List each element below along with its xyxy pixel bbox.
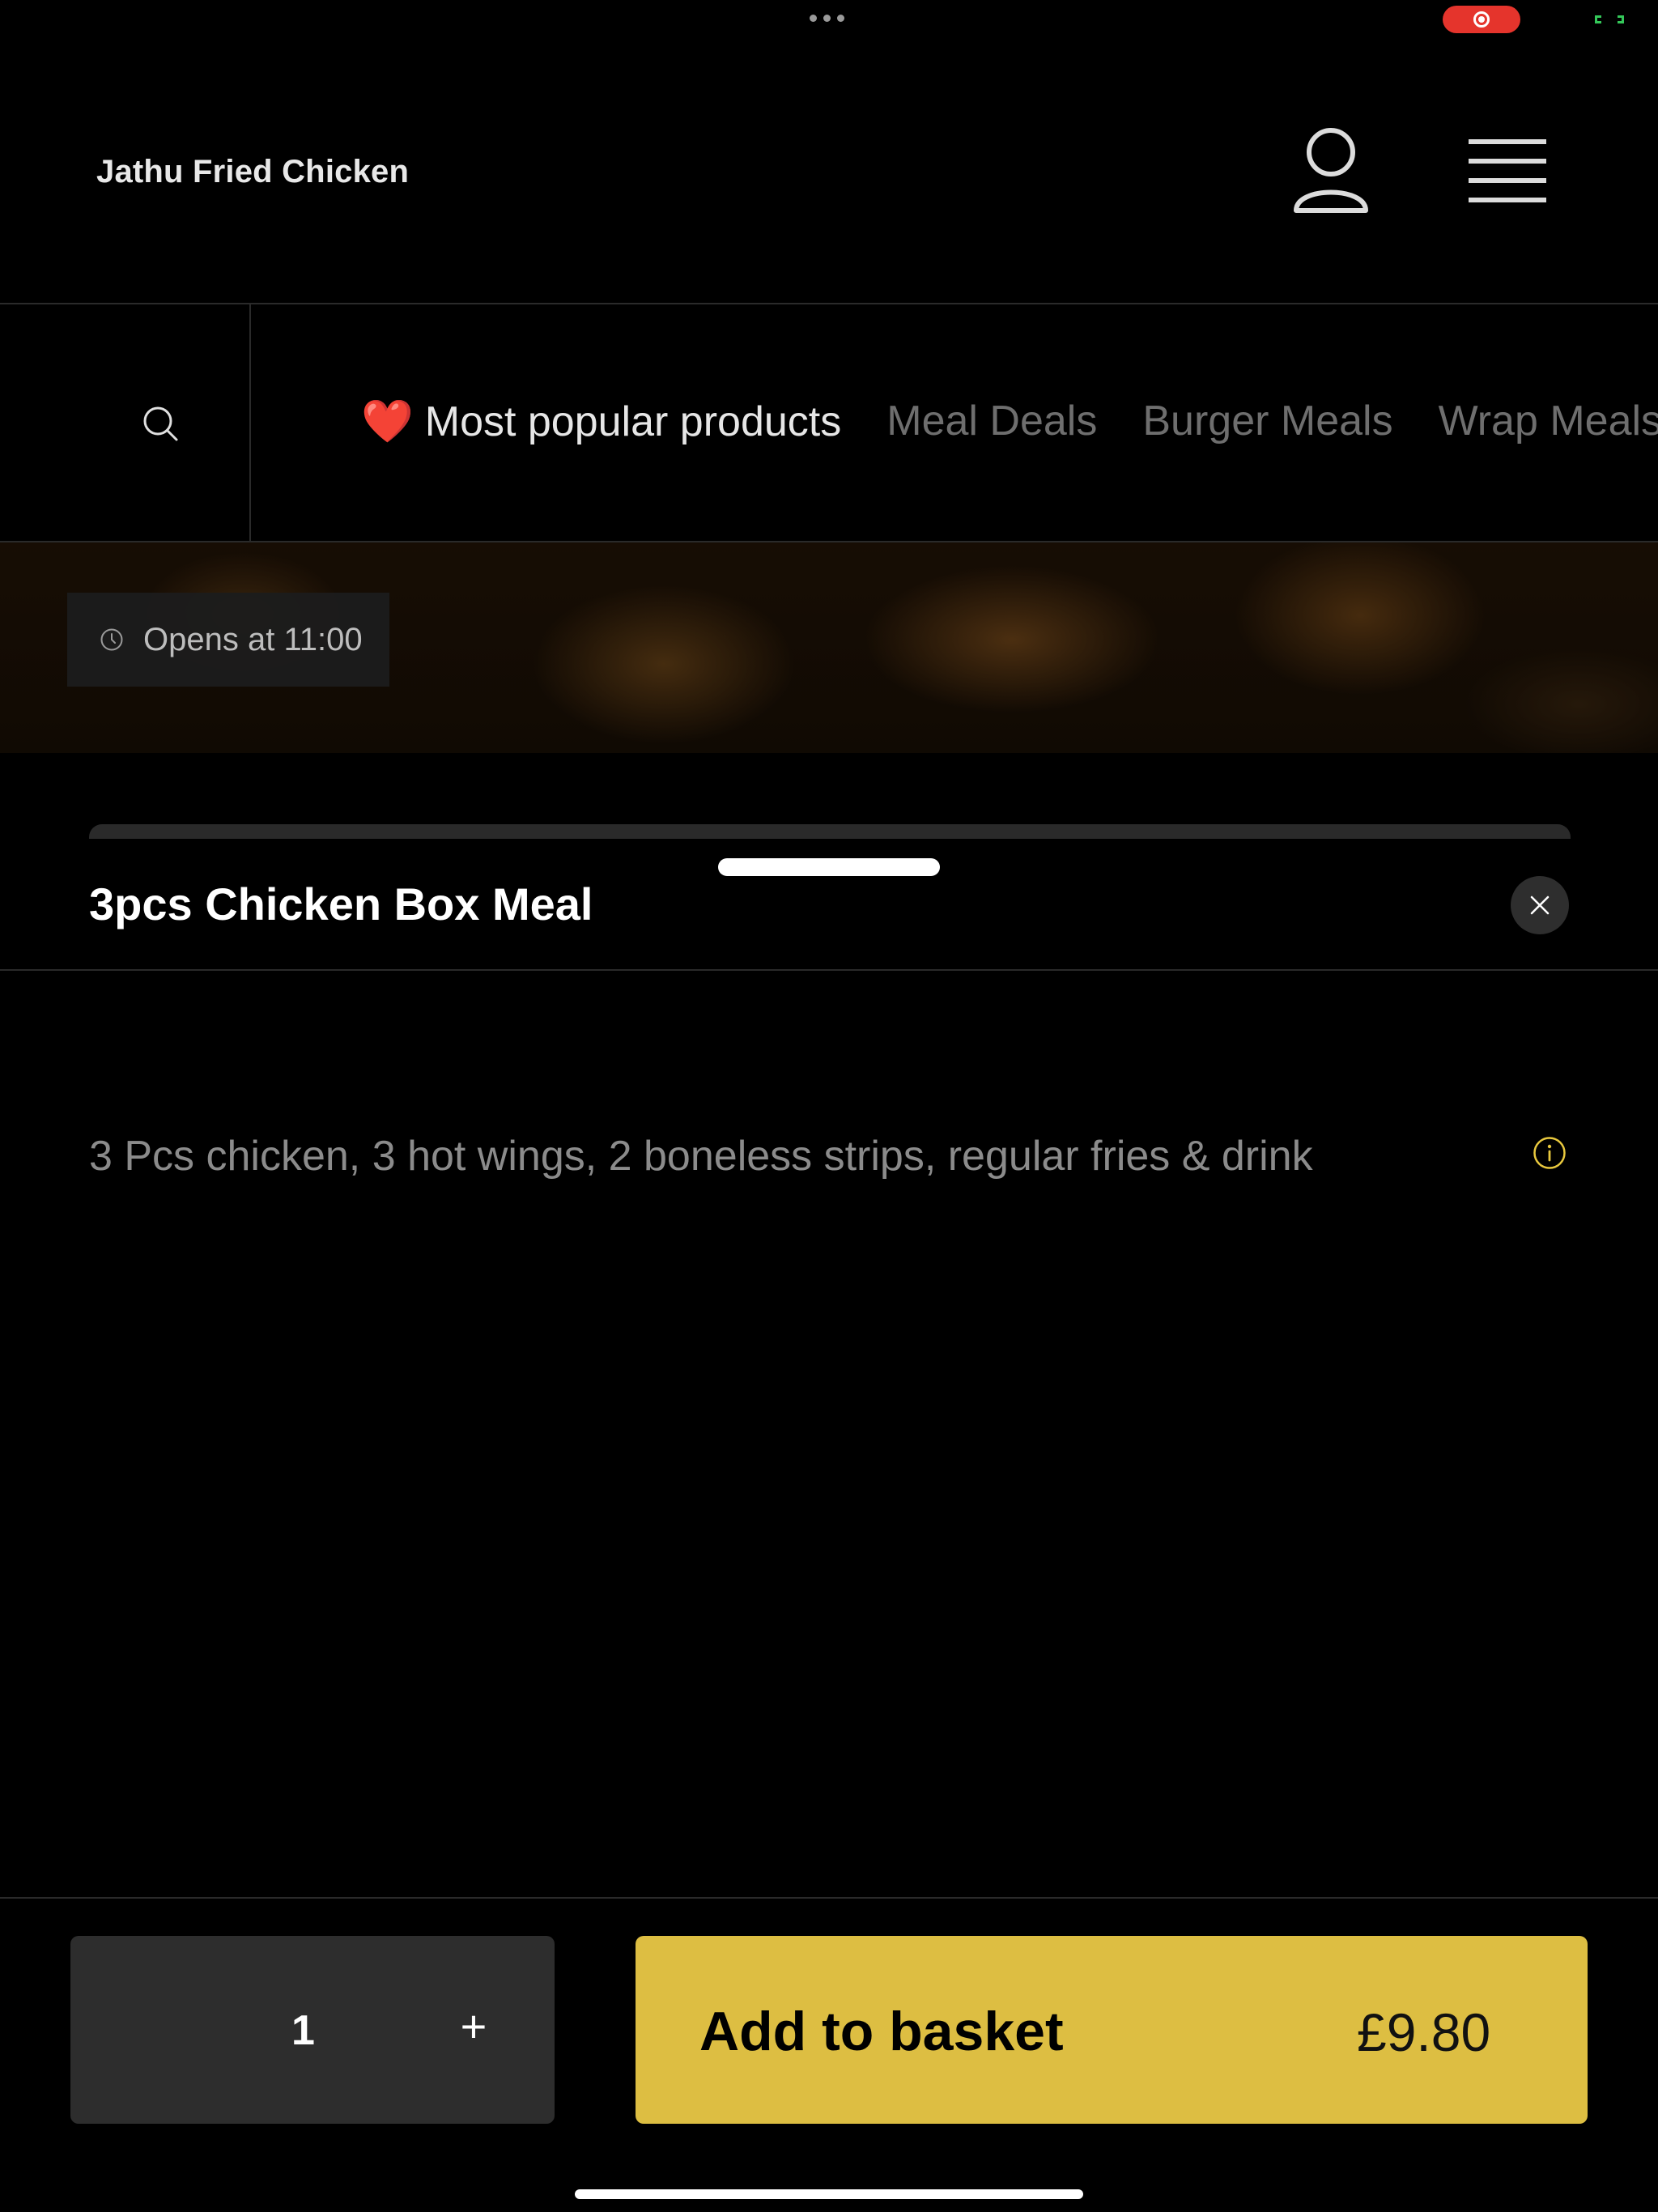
brand-name[interactable]: Jathu Fried Chicken: [96, 154, 409, 190]
home-indicator[interactable]: [575, 2189, 1083, 2199]
info-icon[interactable]: [1533, 1136, 1567, 1170]
quantity-value: 1: [291, 2007, 315, 2054]
close-icon: [1530, 895, 1550, 915]
product-title: 3pcs Chicken Box Meal: [89, 878, 593, 929]
tab-most-popular[interactable]: ❤️ Most popular products: [361, 397, 841, 446]
heart-icon: ❤️: [361, 398, 414, 445]
tab-wrap-meals[interactable]: Wrap Meals: [1439, 397, 1658, 446]
opens-at-text: Opens at 11:00: [143, 621, 363, 657]
clock-icon: [100, 628, 123, 651]
battery-icon: [1595, 15, 1624, 23]
tab-meal-deals[interactable]: Meal Deals: [886, 397, 1097, 446]
close-button[interactable]: [1511, 876, 1569, 934]
sheet-divider: [0, 969, 1658, 971]
hamburger-menu-icon[interactable]: [1467, 136, 1548, 207]
price-label: £9.80: [1357, 2002, 1491, 2062]
tab-burger-meals[interactable]: Burger Meals: [1142, 397, 1392, 446]
footer-divider: [0, 1897, 1658, 1899]
screen-record-icon: [1443, 6, 1520, 33]
search-icon[interactable]: [142, 405, 179, 442]
more-dots-icon[interactable]: [810, 15, 848, 24]
product-description: 3 Pcs chicken, 3 hot wings, 2 boneless s…: [89, 1133, 1313, 1180]
user-icon[interactable]: [1292, 126, 1370, 217]
category-tabs: ❤️ Most popular products Meal Deals Burge…: [361, 397, 1658, 446]
increment-button[interactable]: +: [453, 2000, 494, 2052]
opening-hours-badge: Opens at 11:00: [67, 593, 389, 687]
add-to-basket-label: Add to basket: [699, 2001, 1064, 2062]
search-button[interactable]: [0, 304, 251, 541]
sheet-grabber[interactable]: [718, 858, 940, 876]
